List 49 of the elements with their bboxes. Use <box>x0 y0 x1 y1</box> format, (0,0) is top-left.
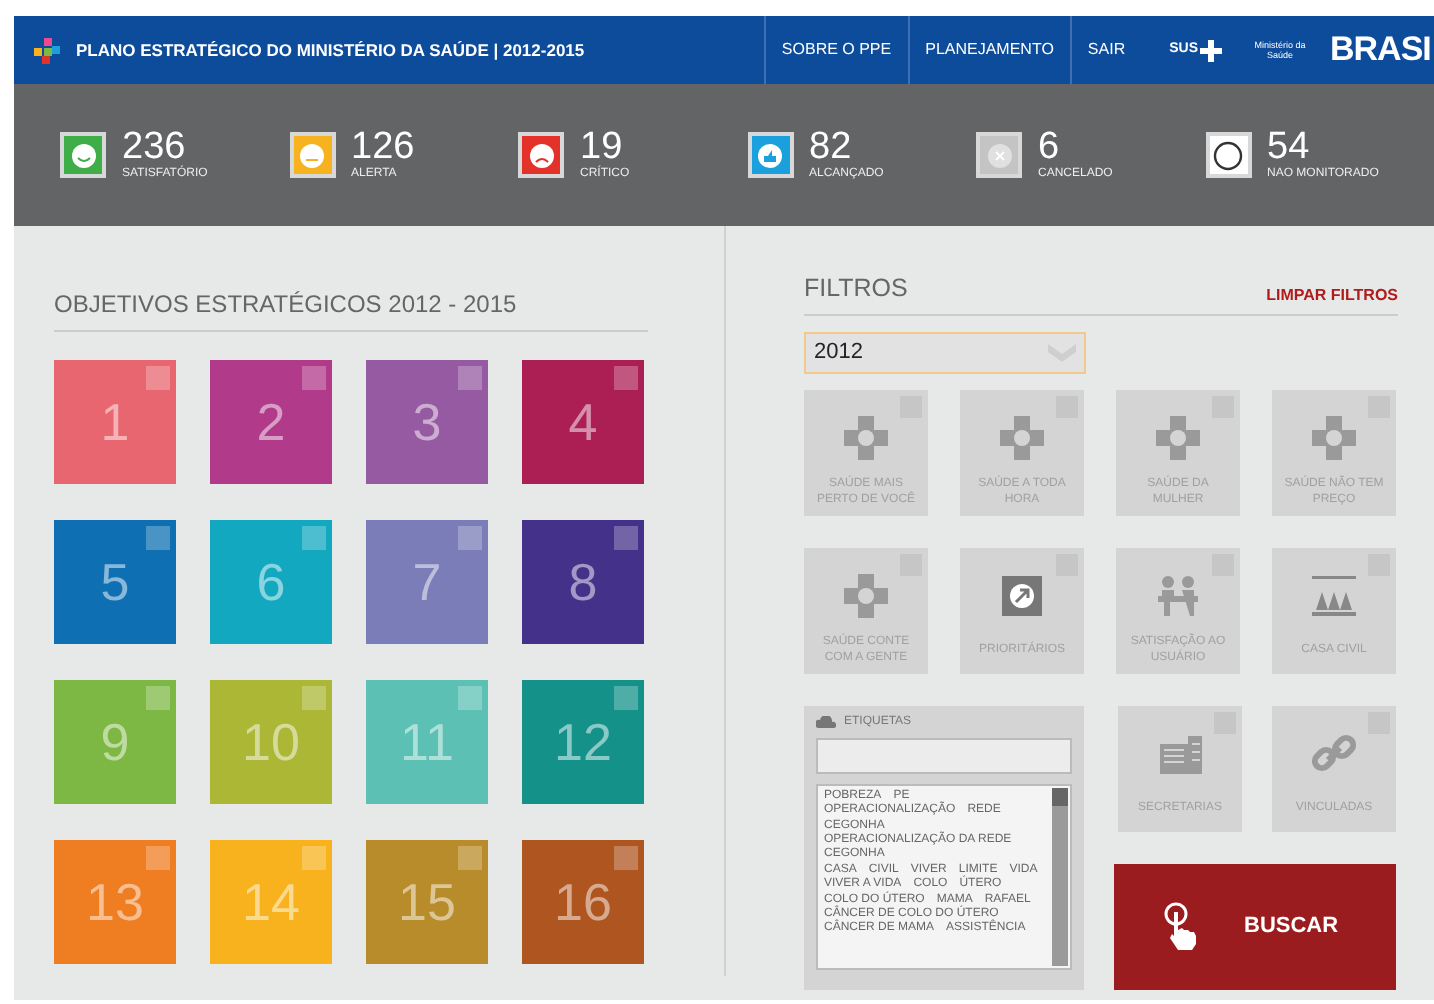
thumbs-up-icon <box>754 139 786 171</box>
checkbox[interactable] <box>146 686 170 710</box>
circle-icon <box>1212 139 1244 171</box>
objective-tile[interactable]: 8 <box>522 520 644 644</box>
checkbox[interactable] <box>458 526 482 550</box>
checkbox[interactable] <box>302 686 326 710</box>
cloud-icon <box>816 716 836 729</box>
checkbox[interactable] <box>302 526 326 550</box>
year-dropdown[interactable]: 2012 <box>804 331 1086 374</box>
cross-icon <box>1152 411 1204 464</box>
smiley-face-icon <box>67 139 99 171</box>
checkbox[interactable] <box>458 686 482 710</box>
hand-pointer-icon <box>1164 902 1200 951</box>
cross-icon <box>1308 411 1360 464</box>
checkbox[interactable] <box>614 366 638 390</box>
checkbox[interactable] <box>302 366 326 390</box>
objective-tile[interactable]: 4 <box>522 360 644 484</box>
app-title: PLANO ESTRATÉGICO DO MINISTÉRIO DA SAÚDE | 2012-2015 <box>76 37 585 63</box>
checkbox[interactable] <box>614 526 638 550</box>
checkbox[interactable] <box>458 846 482 870</box>
section-title: FILTROS <box>804 272 908 306</box>
brand-logo: BRASI <box>1330 28 1433 73</box>
stat-count: 6 <box>1038 129 1062 165</box>
stat-count: 126 <box>351 129 415 165</box>
section-title: OBJETIVOS ESTRATÉGICOS 2012 - 2015 <box>54 286 648 332</box>
cross-icon <box>996 411 1048 464</box>
clear-filters-link[interactable]: LIMPAR FILTROS <box>1266 283 1398 308</box>
stat-count: 82 <box>809 129 854 165</box>
scrollbar[interactable] <box>1052 787 1068 966</box>
neutral-face-icon <box>296 139 328 171</box>
checkbox[interactable] <box>614 686 638 710</box>
cross-icon <box>840 569 892 622</box>
search-button[interactable]: BUSCAR <box>1114 863 1396 990</box>
checkbox[interactable] <box>302 846 326 870</box>
stat-count: 54 <box>1267 129 1312 165</box>
checkbox[interactable] <box>146 526 170 550</box>
tags-input[interactable] <box>816 737 1072 774</box>
cross-icon <box>1200 39 1222 61</box>
stat-count: 236 <box>122 129 186 165</box>
logo-icon <box>34 37 60 63</box>
checkbox[interactable] <box>614 846 638 870</box>
cross-icon <box>840 411 892 464</box>
stat-count: 19 <box>580 129 623 165</box>
checkbox[interactable] <box>146 366 170 390</box>
sad-face-icon <box>525 139 557 171</box>
checkbox[interactable] <box>146 846 170 870</box>
checkbox[interactable] <box>458 366 482 390</box>
year-value: 2012 <box>814 338 863 368</box>
cancel-icon <box>983 139 1015 171</box>
